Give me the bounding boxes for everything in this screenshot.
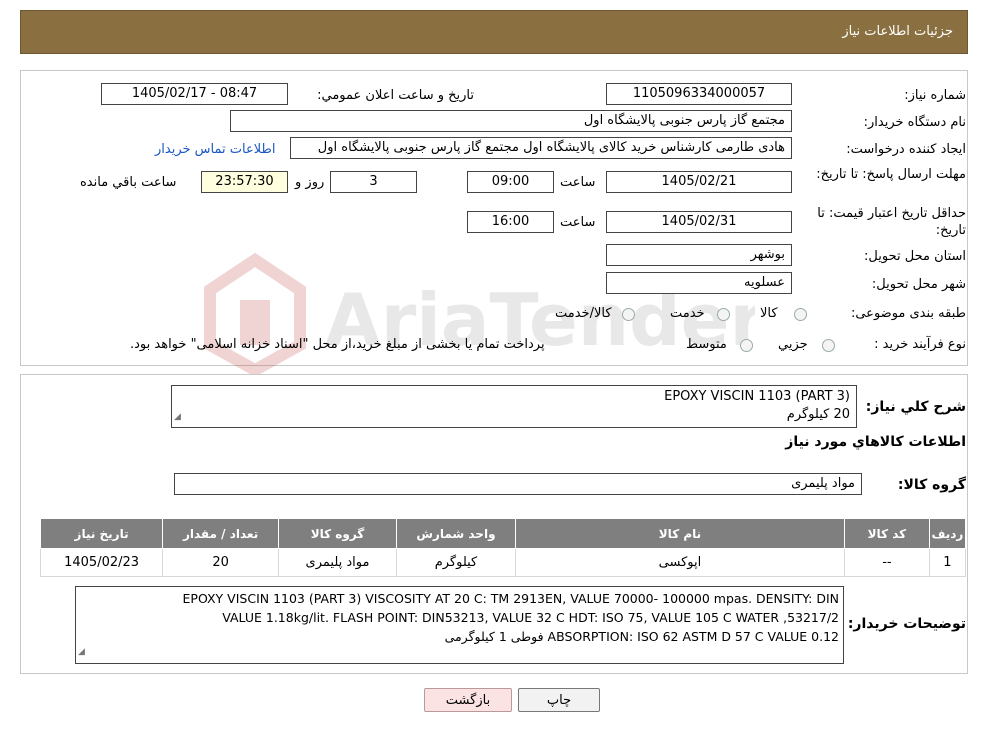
cell-unit: کیلوگرم xyxy=(395,548,516,577)
buyer-notes-line1: EPOXY VISCIN 1103 (PART 3) VISCOSITY AT … xyxy=(182,591,839,606)
col-row: رديف xyxy=(928,518,967,549)
buyer-notes-textarea[interactable]: EPOXY VISCIN 1103 (PART 3) VISCOSITY AT … xyxy=(75,586,844,664)
category-option-both: کالا/خدمت xyxy=(555,306,612,321)
category-radio-goods[interactable] xyxy=(794,308,807,321)
reply-time-label: ساعت xyxy=(560,175,596,190)
general-desc-line1: EPOXY VISCIN 1103 (PART 3) xyxy=(664,389,850,404)
goods-group-label: گروه کالا: xyxy=(897,477,966,493)
goods-group-field: مواد پلیمری xyxy=(174,473,862,495)
cell-code: -- xyxy=(843,548,930,577)
reply-date-field: 1405/02/21 xyxy=(606,171,792,193)
items-info-heading: اطلاعات کالاهاي مورد نياز xyxy=(785,434,966,450)
price-validity-label: حداقل تاريخ اعتبار قيمت: تا تاريخ: xyxy=(817,206,966,238)
need-number-field: 1105096334000057 xyxy=(606,83,792,105)
validity-time-field: 16:00 xyxy=(467,211,554,233)
buyer-contact-link[interactable]: اطلاعات تماس خريدار xyxy=(155,142,275,157)
requester-field: هادی طارمی کارشناس خرید کالای پالایشگاه … xyxy=(290,137,792,159)
cell-name: اپوکسی xyxy=(514,548,845,577)
need-number-label: شماره نياز: xyxy=(904,88,966,103)
general-desc-textarea[interactable]: EPOXY VISCIN 1103 (PART 3) 20 کیلوگرم ◢ xyxy=(171,385,857,428)
process-note: پرداخت تمام يا بخشی از مبلغ خريد،از محل … xyxy=(130,337,545,352)
col-code: کد کالا xyxy=(843,518,930,549)
col-group: گروه کالا xyxy=(278,518,397,549)
province-field: بوشهر xyxy=(606,244,792,266)
general-desc-label: شرح کلي نياز: xyxy=(865,399,966,415)
items-table: رديف کد کالا نام کالا واحد شمارش گروه کا… xyxy=(39,518,967,577)
announce-datetime-field: 1405/02/17 - 08:47 xyxy=(101,83,288,105)
table-row: 1 -- اپوکسی کیلوگرم مواد پلیمری 20 1405/… xyxy=(39,548,967,577)
category-radio-both[interactable] xyxy=(622,308,635,321)
category-radio-service[interactable] xyxy=(717,308,730,321)
print-button[interactable]: چاپ xyxy=(518,688,600,712)
city-label: شهر محل تحويل: xyxy=(871,277,966,292)
buyer-notes-line2: 53217/2, VALUE 1.18kg/lit. FLASH POINT: … xyxy=(222,610,839,625)
page-header: جزئیات اطلاعات نیاز xyxy=(20,10,968,54)
process-option-medium: متوسط xyxy=(686,337,727,352)
page-title: جزئیات اطلاعات نیاز xyxy=(842,24,953,39)
back-button[interactable]: بازگشت xyxy=(424,688,512,712)
cell-row: 1 xyxy=(928,548,967,577)
buyer-org-field: مجتمع گاز پارس جنوبی پالایشگاه اول xyxy=(230,110,792,132)
remaining-label: ساعت باقي مانده xyxy=(80,175,177,190)
requester-label: ايجاد کننده درخواست: xyxy=(846,142,966,157)
col-qty: تعداد / مقدار xyxy=(162,518,280,549)
items-table-header: رديف کد کالا نام کالا واحد شمارش گروه کا… xyxy=(39,518,967,549)
remaining-time-field: 23:57:30 xyxy=(201,171,288,193)
process-radio-medium[interactable] xyxy=(740,339,753,352)
buyer-notes-line3: ABSORPTION: ISO 62 ASTM D 57 C VALUE 0.1… xyxy=(444,629,839,644)
category-option-goods: کالا xyxy=(760,306,778,321)
reply-days-field: 3 xyxy=(330,171,417,193)
cell-date: 1405/02/23 xyxy=(39,548,164,577)
province-label: استان محل تحويل: xyxy=(864,249,966,264)
process-option-minor: جزيي xyxy=(778,337,808,352)
process-radio-minor[interactable] xyxy=(822,339,835,352)
cell-group: مواد پلیمری xyxy=(278,548,397,577)
announce-datetime-label: تاريخ و ساعت اعلان عمومي: xyxy=(317,88,474,103)
reply-deadline-label: مهلت ارسال پاسخ: تا تاريخ: xyxy=(816,167,966,182)
validity-date-field: 1405/02/31 xyxy=(606,211,792,233)
buyer-org-label: نام دستگاه خريدار: xyxy=(863,115,966,130)
category-option-service: خدمت xyxy=(670,306,705,321)
city-field: عسلویه xyxy=(606,272,792,294)
col-unit: واحد شمارش xyxy=(395,518,516,549)
buyer-notes-label: توضيحات خريدار: xyxy=(847,616,966,632)
resize-handle-icon[interactable]: ◢ xyxy=(78,643,85,662)
resize-handle-icon[interactable]: ◢ xyxy=(174,408,181,426)
col-name: نام کالا xyxy=(514,518,845,549)
process-type-label: نوع فرآيند خريد : xyxy=(874,337,966,352)
cell-qty: 20 xyxy=(162,548,280,577)
days-and-label: روز و xyxy=(295,175,325,190)
general-desc-line2: 20 کیلوگرم xyxy=(786,407,850,422)
col-date: تاريخ نياز xyxy=(39,518,164,549)
reply-time-field: 09:00 xyxy=(467,171,554,193)
category-label: طبقه بندی موضوعی: xyxy=(850,306,966,321)
validity-time-label: ساعت xyxy=(560,215,596,230)
